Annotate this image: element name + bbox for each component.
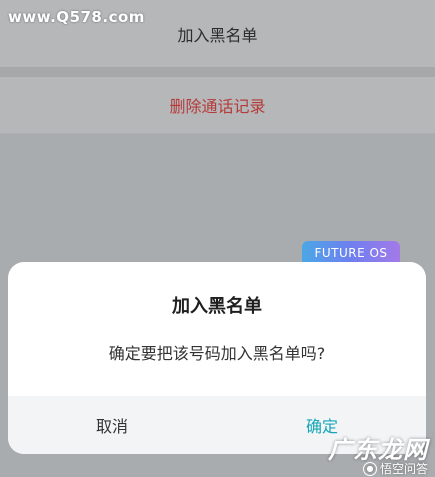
- dialog-message: 确定要把该号码加入黑名单吗?: [108, 344, 326, 363]
- confirm-dialog: 加入黑名单 确定要把该号码加入黑名单吗? 取消 确定: [8, 262, 426, 454]
- cancel-button-label: 取消: [96, 417, 129, 436]
- wukong-icon: ●: [362, 461, 377, 476]
- screen: 加入黑名单 删除通话记录 www.Q578.com FUTURE OS 加入黑名…: [0, 0, 435, 477]
- future-os-badge: FUTURE OS: [302, 241, 400, 264]
- dialog-title: 加入黑名单: [172, 296, 262, 317]
- menu-divider: [0, 67, 435, 77]
- menu-item-label: 加入黑名单: [177, 25, 258, 45]
- watermark-subtitle-text: 悟空问答: [379, 462, 428, 476]
- watermark-subtitle: ● 悟空问答: [362, 460, 428, 477]
- menu-item-delete-call-log[interactable]: 删除通话记录: [0, 77, 435, 133]
- menu-item-label: 删除通话记录: [169, 97, 266, 116]
- watermark-bottom: 广东龙网 ● 悟空问答: [298, 430, 428, 477]
- cancel-button[interactable]: 取消: [96, 396, 128, 454]
- future-os-label: FUTURE OS: [314, 245, 388, 260]
- watermark-top: www.Q578.com: [8, 8, 145, 26]
